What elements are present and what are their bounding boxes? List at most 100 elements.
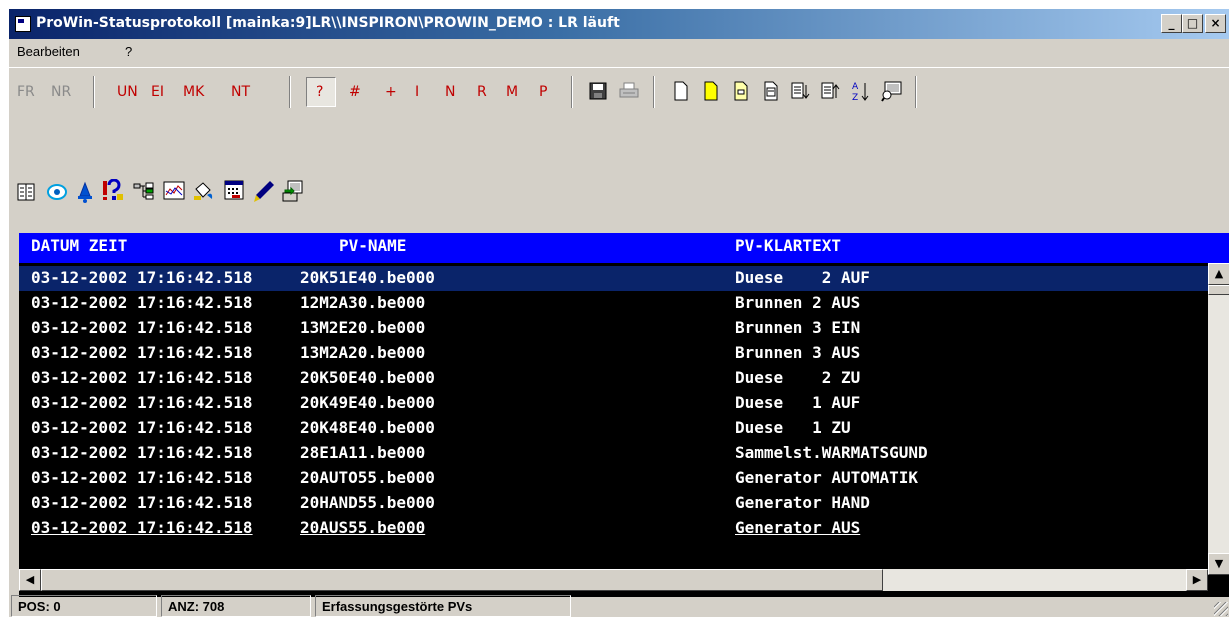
window-title: ProWin-Statusprotokoll [mainka:9]LR\\INS… xyxy=(36,15,620,31)
scroll-up-button[interactable]: ▲ xyxy=(1208,263,1229,285)
cell-pv-name: 28E1A11.be000 xyxy=(300,443,426,462)
mk-button[interactable]: MK xyxy=(183,84,204,100)
table-row[interactable]: 03-12-2002 17:16:42.518 28E1A11.be000 Sa… xyxy=(19,441,1208,466)
sort-down-icon[interactable] xyxy=(791,81,811,101)
toolbar-separator xyxy=(93,76,95,108)
svg-text:Z: Z xyxy=(852,93,858,102)
svg-text:A: A xyxy=(852,82,859,92)
status-log-list[interactable]: DATUM ZEIT PV-NAME PV-KLARTEXT 03-12-200… xyxy=(19,233,1229,597)
column-header-datum-zeit[interactable]: DATUM ZEIT xyxy=(31,236,127,255)
question-button[interactable]: ? xyxy=(316,84,323,100)
nr-button[interactable]: NR xyxy=(51,84,71,100)
table-row[interactable]: 03-12-2002 17:16:42.518 20HAND55.be000 G… xyxy=(19,491,1208,516)
vertical-scroll-thumb[interactable] xyxy=(1208,285,1229,295)
fr-button[interactable]: FR xyxy=(17,84,35,100)
m-button[interactable]: M xyxy=(506,84,518,100)
calendar-icon[interactable] xyxy=(223,179,245,201)
nt-button[interactable]: NT xyxy=(231,84,250,100)
cell-pv-klartext: Duese 1 ZU xyxy=(735,418,851,437)
restore-button[interactable]: □ xyxy=(1182,14,1203,33)
cell-pv-name: 20AUTO55.be000 xyxy=(300,468,435,487)
save-icon[interactable] xyxy=(589,82,607,100)
ei-button[interactable]: EI xyxy=(151,84,164,100)
status-pos: POS: 0 xyxy=(11,595,157,617)
tree-icon[interactable] xyxy=(133,181,155,201)
p-button[interactable]: P xyxy=(539,84,547,100)
cell-pv-klartext: Generator HAND xyxy=(735,493,870,512)
horizontal-scroll-thumb[interactable] xyxy=(41,569,883,591)
cell-pv-klartext: Duese 1 AUF xyxy=(735,393,861,412)
app-icon[interactable] xyxy=(15,16,31,32)
cell-pv-klartext: Brunnen 3 AUS xyxy=(735,343,861,362)
table-row[interactable]: 03-12-2002 17:16:42.518 20AUTO55.be000 G… xyxy=(19,466,1208,491)
hash-button[interactable]: # xyxy=(349,84,361,100)
cell-pv-name: 13M2A20.be000 xyxy=(300,343,426,362)
az-sort-icon[interactable]: A Z xyxy=(851,80,871,102)
page-lines-icon[interactable] xyxy=(763,81,779,101)
blank-page-icon[interactable] xyxy=(673,81,689,101)
minimize-button[interactable]: _ xyxy=(1161,14,1182,33)
scroll-down-button[interactable]: ▼ xyxy=(1208,553,1229,575)
cell-pv-name: 13M2E20.be000 xyxy=(300,318,426,337)
toolbar-separator xyxy=(289,76,291,108)
table-row[interactable]: 03-12-2002 17:16:42.518 12M2A30.be000 Br… xyxy=(19,291,1208,316)
horizontal-scrollbar[interactable]: ◀ ▶ xyxy=(19,569,1208,591)
scroll-right-button[interactable]: ▶ xyxy=(1186,569,1208,591)
chart-icon[interactable] xyxy=(163,181,185,201)
table-row[interactable]: 03-12-2002 17:16:42.518 20K49E40.be000 D… xyxy=(19,391,1208,416)
list-book-icon[interactable] xyxy=(17,183,35,201)
table-row[interactable]: 03-12-2002 17:16:42.518 20K50E40.be000 D… xyxy=(19,366,1208,391)
status-bar: POS: 0 ANZ: 708 Erfassungsgestörte PVs xyxy=(9,593,1229,618)
print-icon[interactable] xyxy=(619,82,639,100)
menu-help[interactable]: ? xyxy=(125,44,132,59)
r-button[interactable]: R xyxy=(477,84,487,100)
table-row[interactable]: 03-12-2002 17:16:42.518 20K48E40.be000 D… xyxy=(19,416,1208,441)
bell-icon[interactable] xyxy=(75,181,95,203)
alarm-shapes-icon[interactable] xyxy=(101,179,125,203)
cell-datum: 03-12-2002 17:16:42.518 xyxy=(31,293,253,312)
cell-pv-klartext: Brunnen 3 EIN xyxy=(735,318,861,337)
list-header: DATUM ZEIT PV-NAME PV-KLARTEXT xyxy=(19,233,1229,263)
table-row[interactable]: 03-12-2002 17:16:42.518 20AUS55.be000 Ge… xyxy=(19,516,1208,541)
monitor-search-icon[interactable] xyxy=(881,80,903,102)
paint-bucket-icon[interactable] xyxy=(193,181,215,201)
cell-datum: 03-12-2002 17:16:42.518 xyxy=(31,393,253,412)
sort-up-icon[interactable] xyxy=(821,81,841,101)
cell-datum: 03-12-2002 17:16:42.518 xyxy=(31,443,253,462)
column-header-pv-klartext[interactable]: PV-KLARTEXT xyxy=(735,236,841,255)
column-header-pv-name[interactable]: PV-NAME xyxy=(339,236,406,255)
cell-datum: 03-12-2002 17:16:42.518 xyxy=(31,418,253,437)
cell-pv-klartext: Sammelst.WARMATSGUND xyxy=(735,443,928,462)
main-window: ProWin-Statusprotokoll [mainka:9]LR\\INS… xyxy=(8,8,1229,617)
cell-pv-klartext: Duese 2 ZU xyxy=(735,368,861,387)
pen-icon[interactable] xyxy=(253,179,275,203)
table-row-selected[interactable]: 03-12-2002 17:16:42.518 20K51E40.be000 D… xyxy=(19,266,1208,291)
close-button[interactable]: × xyxy=(1205,14,1226,33)
toolbar-separator xyxy=(653,76,655,108)
resize-grip[interactable] xyxy=(1214,602,1228,616)
i-button[interactable]: I xyxy=(415,84,419,100)
toolbar-separator xyxy=(571,76,573,108)
export-icon[interactable] xyxy=(281,179,305,203)
yellow-page-icon[interactable] xyxy=(703,81,719,101)
cell-datum: 03-12-2002 17:16:42.518 xyxy=(31,468,253,487)
un-button[interactable]: UN xyxy=(117,84,138,100)
cell-pv-name: 12M2A30.be000 xyxy=(300,293,426,312)
n-button[interactable]: N xyxy=(445,84,455,100)
toolbar-secondary xyxy=(9,117,1229,207)
cell-pv-name: 20K51E40.be000 xyxy=(300,268,435,287)
page-minus-icon[interactable] xyxy=(733,81,749,101)
cell-pv-name: 20AUS55.be000 xyxy=(300,518,426,537)
scroll-left-button[interactable]: ◀ xyxy=(19,569,41,591)
menu-bearbeiten[interactable]: Bearbeiten xyxy=(17,44,80,59)
eye-icon[interactable] xyxy=(47,183,67,201)
cell-datum: 03-12-2002 17:16:42.518 xyxy=(31,343,253,362)
title-bar[interactable]: ProWin-Statusprotokoll [mainka:9]LR\\INS… xyxy=(9,9,1229,39)
table-row[interactable]: 03-12-2002 17:16:42.518 13M2A20.be000 Br… xyxy=(19,341,1208,366)
cell-pv-name: 20HAND55.be000 xyxy=(300,493,435,512)
vertical-scrollbar[interactable]: ▲ ▼ xyxy=(1208,263,1229,575)
table-row[interactable]: 03-12-2002 17:16:42.518 13M2E20.be000 Br… xyxy=(19,316,1208,341)
cell-pv-name: 20K48E40.be000 xyxy=(300,418,435,437)
plus-button[interactable]: + xyxy=(385,84,397,100)
status-count: ANZ: 708 xyxy=(161,595,311,617)
